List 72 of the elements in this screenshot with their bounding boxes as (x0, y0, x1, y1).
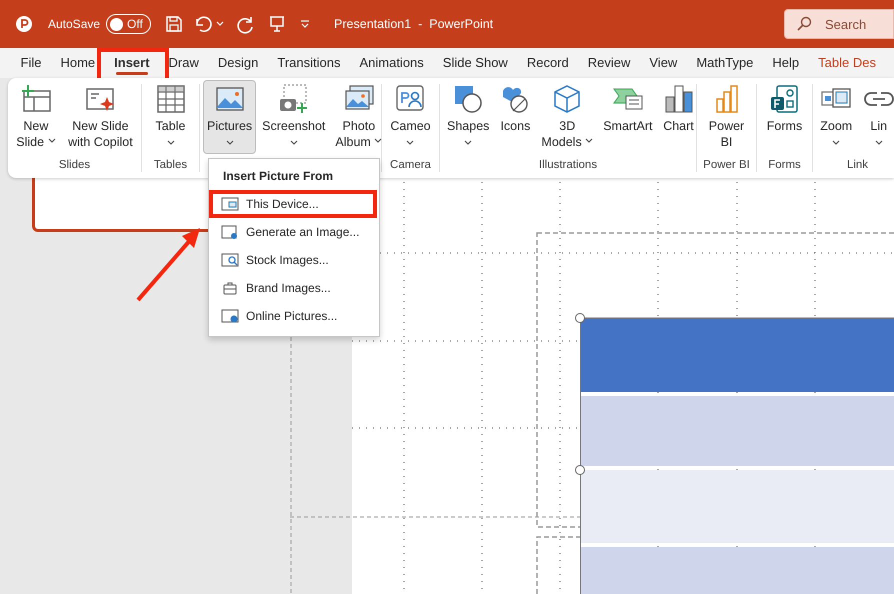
menu-item[interactable]: This Device... (209, 190, 379, 218)
caret-icon (374, 138, 382, 144)
caret-icon (166, 140, 174, 146)
caret-icon (406, 140, 414, 146)
ribbon-button[interactable]: New Slide (12, 80, 60, 154)
ribbon-tab[interactable]: Slide Show (433, 48, 518, 78)
group-label: Forms (767, 158, 802, 172)
ribbon-tab[interactable]: Transitions (268, 48, 350, 78)
ribbon-button[interactable]: Zoom (816, 80, 856, 154)
ribbon-tab[interactable]: MathType (686, 48, 763, 78)
placeholder-frame[interactable] (536, 536, 580, 594)
group-label: Slides (58, 158, 92, 172)
menu-item[interactable]: Online Pictures... (209, 302, 379, 330)
ribbon-button[interactable]: New Slide with Copilot (64, 80, 137, 154)
ribbon-tab[interactable]: Help (762, 48, 809, 78)
table-icon (154, 83, 186, 115)
save-icon[interactable] (165, 15, 184, 33)
ribbon-button[interactable]: 3D Models (537, 80, 598, 154)
ribbon-button[interactable]: Shapes (443, 80, 494, 154)
menu-item[interactable]: Brand Images... (209, 274, 379, 302)
ribbon-tab[interactable]: Review (578, 48, 640, 78)
menu-heading: Insert Picture From (222, 168, 334, 185)
caret-icon (290, 140, 298, 146)
screenshot-icon (278, 83, 310, 115)
bar-chart-icon (662, 83, 694, 115)
autosave-toggle[interactable]: Off (106, 14, 152, 34)
ribbon-button[interactable]: Cameo (386, 80, 435, 154)
menu-item[interactable]: Stock Images... (209, 246, 379, 274)
autosave-label: AutoSave (48, 16, 100, 33)
forms-icon (768, 83, 800, 115)
customize-icon[interactable] (300, 20, 310, 28)
monitor-picture-icon (221, 196, 239, 212)
ribbon-tab[interactable]: Draw (159, 48, 208, 78)
caret-icon (832, 140, 840, 146)
ribbon-tab[interactable]: Insert (104, 48, 160, 78)
caret-icon[interactable] (216, 21, 224, 27)
ribbon-tab[interactable]: Table Des (808, 48, 886, 78)
ribbon-button[interactable]: Chart (658, 80, 698, 154)
new-slide-icon (20, 83, 52, 115)
ribbon-tab[interactable]: Home (50, 48, 105, 78)
ribbon-button[interactable]: Table (150, 80, 190, 154)
app-logo-icon[interactable] (15, 15, 33, 33)
ribbon-button[interactable]: Power BI (704, 80, 748, 154)
group-label: Tables (152, 158, 188, 172)
caret-icon (226, 140, 234, 146)
ribbon-tab[interactable]: Record (517, 48, 578, 78)
group-label: Power BI (702, 158, 751, 172)
search-field[interactable]: Search (784, 9, 894, 39)
ribbon-button[interactable]: Forms (762, 80, 806, 154)
ribbon-button[interactable]: Photo Album (331, 80, 386, 154)
group-label: Link (846, 158, 870, 172)
ribbon-button[interactable]: SmartArt (599, 80, 656, 154)
briefcase-icon (221, 280, 239, 296)
ribbon-tab[interactable]: View (640, 48, 687, 78)
ribbon-button[interactable]: Icons (495, 80, 536, 154)
picture-search-icon (221, 252, 239, 268)
ribbon-button[interactable]: Pictures (203, 80, 256, 154)
caret-icon (874, 140, 883, 146)
caret-icon (464, 140, 472, 146)
caret-icon (48, 138, 56, 144)
ribbon-tab[interactable]: Design (208, 48, 268, 78)
caret-icon (585, 138, 594, 144)
ribbon-button[interactable]: Screenshot (258, 80, 330, 154)
ribbon-tab[interactable]: Animations (350, 48, 434, 78)
shapes-icon (452, 83, 484, 115)
menu-item[interactable]: Generate an Image... (209, 218, 379, 246)
group-label: Illustrations (538, 158, 598, 172)
presenter-icon[interactable] (268, 15, 286, 33)
document-title: Presentation1 - PowerPoint (334, 16, 494, 33)
ribbon-tab[interactable]: File (11, 48, 51, 78)
ribbon-button[interactable]: Lin (858, 80, 894, 154)
group-label: Camera (389, 158, 432, 172)
